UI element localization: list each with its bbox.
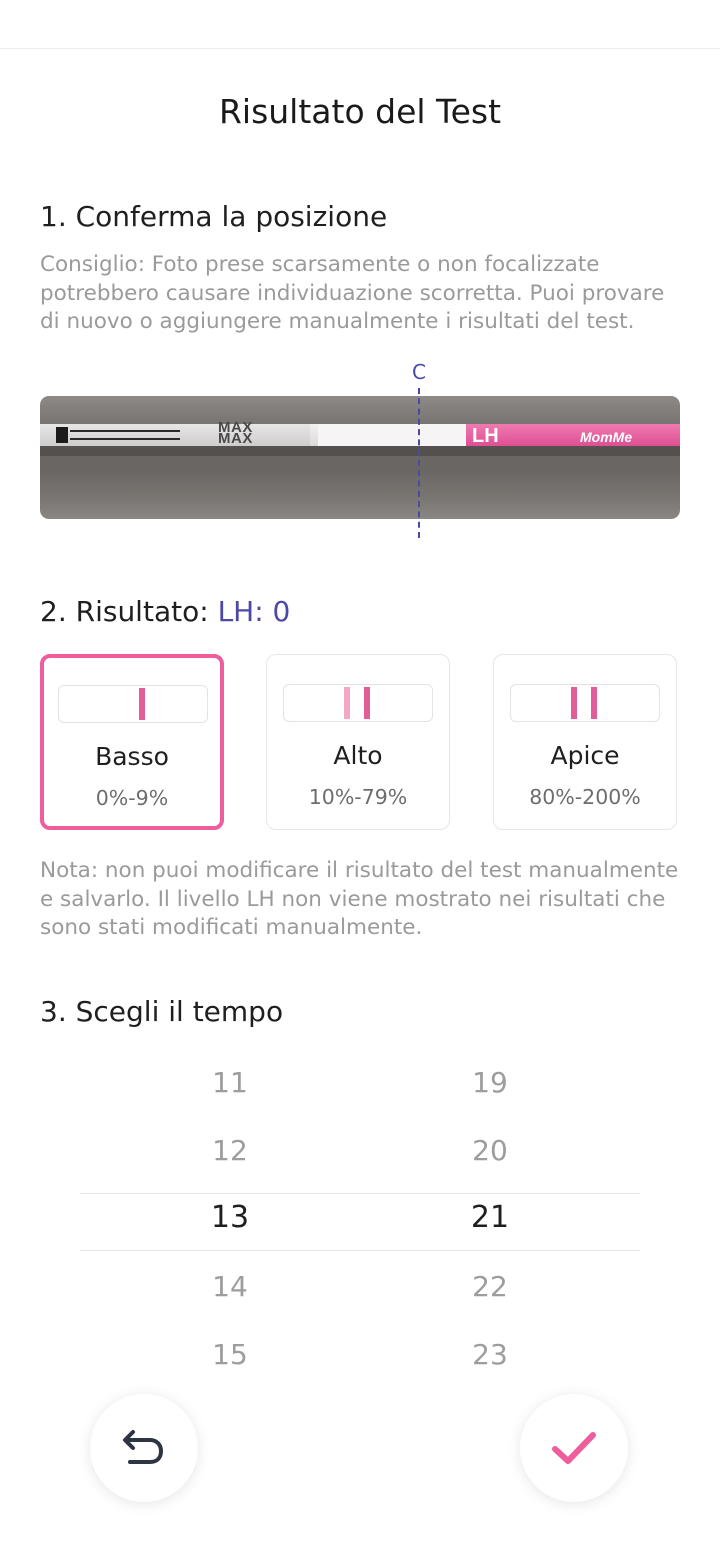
strip-result-window <box>318 424 466 446</box>
strip-illustration <box>283 684 433 722</box>
strip-black-tip <box>56 427 68 443</box>
strip-illustration <box>58 685 208 723</box>
option-label: Apice <box>550 741 620 770</box>
strip-arrow-line <box>70 438 180 440</box>
top-divider <box>0 48 720 49</box>
test-line-mark <box>139 688 145 720</box>
undo-arrow-icon <box>123 1430 163 1464</box>
hour-option-selected[interactable]: 13 <box>170 1200 290 1235</box>
position-hint: Consiglio: Foto prese scarsamente o non … <box>40 252 665 334</box>
lh-value: LH: 0 <box>217 595 291 628</box>
checkmark-icon <box>552 1432 596 1464</box>
minute-option[interactable]: 19 <box>430 1066 550 1099</box>
strip-handle <box>40 424 310 446</box>
control-line-marker[interactable] <box>418 388 420 538</box>
confirm-button[interactable] <box>520 1394 628 1502</box>
test-strip-photo: MAX MAX LH MomMe <box>40 396 680 519</box>
picker-selection-bottom-line <box>80 1250 640 1251</box>
picker-selection-top-line <box>80 1193 640 1194</box>
option-label: Alto <box>333 741 383 770</box>
section-title-position: 1. Conferma la posizione <box>40 200 388 233</box>
control-line-label: C <box>412 360 426 384</box>
option-range: 10%-79% <box>308 785 408 809</box>
page-title: Risultato del Test <box>218 92 502 131</box>
section-title-time: 3. Scegli il tempo <box>40 995 284 1028</box>
strip-arrow-line <box>70 430 180 432</box>
minute-option-selected[interactable]: 21 <box>430 1200 550 1235</box>
option-range: 80%-200% <box>529 785 641 809</box>
strip-shadow <box>40 446 680 456</box>
hour-option[interactable]: 12 <box>170 1134 290 1167</box>
result-title-prefix: 2. Risultato: <box>40 595 209 628</box>
strip-max-marking: MAX MAX <box>218 419 253 447</box>
result-option-apice[interactable]: Apice 80%-200% <box>493 654 677 830</box>
hour-option[interactable]: 15 <box>170 1338 290 1371</box>
minute-option[interactable]: 23 <box>430 1338 550 1371</box>
section-title-result: 2. Risultato: LH: 0 <box>40 595 290 628</box>
back-button[interactable] <box>90 1394 198 1502</box>
control-line-mark <box>364 687 370 719</box>
option-label: Basso <box>95 742 169 771</box>
strip-lh-text: LH <box>472 425 499 447</box>
hour-option[interactable]: 11 <box>170 1066 290 1099</box>
control-line-mark <box>591 687 597 719</box>
minute-option[interactable]: 20 <box>430 1134 550 1167</box>
result-option-alto[interactable]: Alto 10%-79% <box>266 654 450 830</box>
test-line-mark <box>571 687 577 719</box>
test-line-mark <box>344 687 350 719</box>
option-range: 0%-9% <box>95 786 169 810</box>
hour-option[interactable]: 14 <box>170 1270 290 1303</box>
result-note: Nota: non puoi modificare il risultato d… <box>40 858 679 940</box>
result-option-basso[interactable]: Basso 0%-9% <box>40 654 224 830</box>
minute-option[interactable]: 22 <box>430 1270 550 1303</box>
strip-illustration <box>510 684 660 722</box>
strip-brand-text: MomMe <box>580 429 633 445</box>
